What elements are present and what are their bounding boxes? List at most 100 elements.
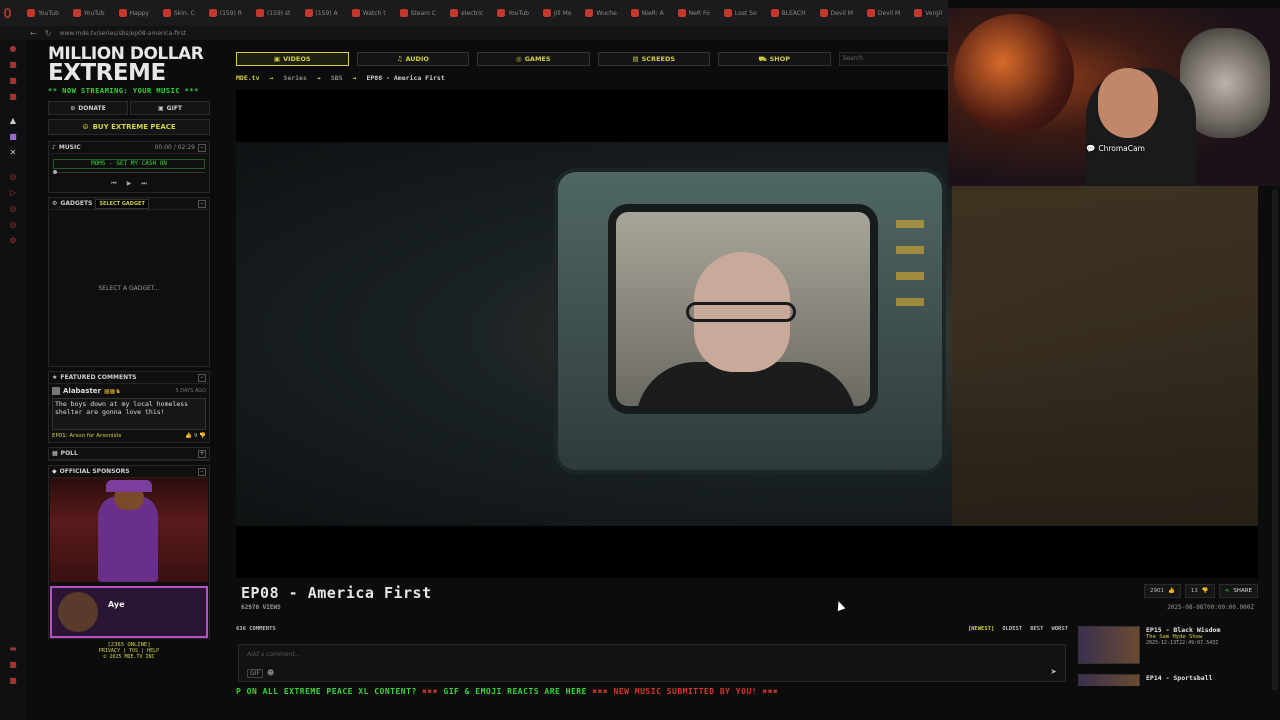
music-track-title: MOMS - GET MY CASH ON xyxy=(53,159,205,169)
background-wall xyxy=(952,142,1258,526)
sponsor-image-1[interactable] xyxy=(50,478,208,582)
browser-tab[interactable]: BLEACH xyxy=(765,3,812,23)
browser-tab[interactable]: Jill Mo xyxy=(537,3,578,23)
sponsor-image-2[interactable]: Aye xyxy=(50,586,208,638)
sidebar-icon-13[interactable]: ■ xyxy=(8,676,18,686)
sidebar-icon-10[interactable]: ◎ xyxy=(8,220,18,230)
like-button[interactable]: 2901 👍 xyxy=(1143,584,1181,598)
dislike-button[interactable]: 11 👎 xyxy=(1184,584,1215,598)
sidebar-icon-7[interactable]: ◎ xyxy=(8,172,18,182)
comment-input[interactable]: Add a comment... GIF ☻ ➤ xyxy=(238,644,1066,682)
sidebar-icon-4[interactable]: ■ xyxy=(8,92,18,102)
browser-tab[interactable]: Skin. C xyxy=(157,3,201,23)
related-video[interactable]: EP15 - Black Wisdom The Sam Hyde Show 20… xyxy=(1078,626,1268,666)
related-thumbnail[interactable] xyxy=(1078,674,1140,686)
share-button[interactable]: ⋖ SHARE xyxy=(1218,584,1258,598)
send-icon[interactable]: ➤ xyxy=(1050,667,1057,676)
play-icon[interactable]: ▶ xyxy=(127,180,132,188)
browser-tab[interactable]: Lost So xyxy=(718,3,763,23)
collapse-icon[interactable]: – xyxy=(198,373,206,382)
browser-tab[interactable]: Happy xyxy=(113,3,155,23)
tab-favicon-icon xyxy=(497,9,506,17)
reload-icon[interactable]: ↻ xyxy=(45,29,52,38)
video-icon: ▣ xyxy=(273,55,281,63)
sort-newest[interactable]: [NEWEST] xyxy=(968,626,995,636)
gadget-select[interactable]: SELECT GADGET xyxy=(95,198,149,209)
related-title[interactable]: EP14 - Sportsball xyxy=(1146,674,1213,682)
tab-favicon-icon xyxy=(866,9,875,17)
gift-button[interactable]: ▣ GIFT xyxy=(130,101,210,115)
back-icon[interactable]: ← xyxy=(30,29,37,38)
breadcrumb-series[interactable]: Series xyxy=(283,74,306,82)
sort-oldest[interactable]: OLDEST xyxy=(1002,626,1022,636)
nav-games[interactable]: ◎ GAMES xyxy=(477,52,590,66)
breadcrumb-home[interactable]: MDE.tv xyxy=(236,74,259,82)
sidebar-icon-6[interactable]: ■ xyxy=(8,132,18,142)
nav-audio[interactable]: ♫ AUDIO xyxy=(356,52,469,66)
browser-tab[interactable]: Watch t xyxy=(346,3,392,23)
comment-episode-link[interactable]: EP01: Arson for Arsonists xyxy=(52,433,121,439)
browser-tab[interactable]: NieR: A xyxy=(625,3,670,23)
collapse-icon[interactable]: – xyxy=(198,467,206,476)
settings-icon[interactable]: ⚙ xyxy=(8,236,18,246)
url-field[interactable]: www.mde.tv/series/sbs/ep08-america-first xyxy=(59,30,186,37)
breadcrumb-show[interactable]: SBS xyxy=(331,74,343,82)
sidebar-icon-12[interactable]: ■ xyxy=(8,660,18,670)
browser-tab[interactable]: Devil M xyxy=(814,3,859,23)
donate-icon: ⊙ xyxy=(70,104,76,112)
browser-tab[interactable]: (159) st xyxy=(250,3,297,23)
chat-bubble-icon: 💬 xyxy=(1086,144,1096,153)
thumbs-up-icon[interactable]: 👍 xyxy=(185,433,192,439)
related-thumbnail[interactable] xyxy=(1078,626,1140,664)
browser-tab[interactable]: YouTub xyxy=(21,3,65,23)
browser-tab[interactable]: electric xyxy=(444,3,489,23)
search-input[interactable]: Search xyxy=(838,52,949,66)
related-video[interactable]: EP14 - Sportsball xyxy=(1078,674,1268,686)
collapse-icon[interactable]: – xyxy=(198,143,206,152)
browser-tab[interactable]: (159) R xyxy=(203,3,248,23)
tab-favicon-icon xyxy=(27,9,36,17)
browser-tab[interactable]: Vergil xyxy=(908,3,948,23)
music-progress-bar[interactable] xyxy=(53,170,205,174)
sidebar-icon-5[interactable]: ▲ xyxy=(8,116,18,126)
sort-best[interactable]: BEST xyxy=(1030,626,1043,636)
tab-favicon-icon xyxy=(208,9,217,17)
gif-button[interactable]: GIF xyxy=(247,669,263,678)
nav-screeds[interactable]: ▤ SCREEDS xyxy=(597,52,710,66)
main-nav: ▣ VIDEOS ♫ AUDIO ◎ GAMES ▤ SCREEDS ⛟ SHO… xyxy=(236,52,949,66)
sidebar-icon-1[interactable]: ● xyxy=(8,44,18,54)
previous-icon[interactable]: ⏮ xyxy=(111,180,116,188)
next-icon[interactable]: ⏭ xyxy=(141,180,146,188)
sidebar-icon-8[interactable]: ▷ xyxy=(8,188,18,198)
thumbs-down-icon[interactable]: 👎 xyxy=(199,433,206,439)
emoji-icon[interactable]: ☻ xyxy=(267,669,274,677)
scrollbar[interactable] xyxy=(1272,190,1278,690)
sponsors-title: OFFICIAL SPONSORS xyxy=(59,468,130,475)
browser-tab[interactable]: Devil M xyxy=(861,3,906,23)
nav-shop[interactable]: ⛟ SHOP xyxy=(718,52,831,66)
browser-tab[interactable]: Steam C xyxy=(394,3,442,23)
sidebar-icon-11[interactable]: ▬ xyxy=(8,644,18,654)
sort-options: [NEWEST] OLDEST BEST WORST xyxy=(968,626,1068,636)
sort-worst[interactable]: WORST xyxy=(1051,626,1068,636)
comment-username[interactable]: Alabaster xyxy=(63,387,101,395)
browser-tab[interactable]: Wuche xyxy=(579,3,622,23)
browser-tab[interactable]: YouTub xyxy=(491,3,535,23)
logo-line-2[interactable]: EXTREME xyxy=(48,62,210,85)
browser-tab[interactable]: YouTub xyxy=(67,3,111,23)
x-icon[interactable]: ✕ xyxy=(8,148,18,158)
ticker-separator: ✖✖✖ xyxy=(762,687,779,696)
related-title[interactable]: EP15 - Black Wisdom xyxy=(1146,626,1220,634)
sidebar-icon-3[interactable]: ■ xyxy=(8,76,18,86)
sidebar-icon-2[interactable]: ■ xyxy=(8,60,18,70)
buy-extreme-peace-button[interactable]: ☮ BUY EXTREME PEACE xyxy=(48,119,210,135)
browser-tab[interactable]: NeR Fo xyxy=(672,3,716,23)
video-frame[interactable] xyxy=(236,142,1258,526)
donate-button[interactable]: ⊙ DONATE xyxy=(48,101,128,115)
browser-menu-icon[interactable] xyxy=(4,8,12,18)
sidebar-icon-9[interactable]: ◎ xyxy=(8,204,18,214)
nav-videos[interactable]: ▣ VIDEOS xyxy=(236,52,349,66)
browser-tab[interactable]: (159) A xyxy=(299,3,344,23)
collapse-icon[interactable]: – xyxy=(198,199,206,208)
expand-icon[interactable]: + xyxy=(198,449,206,458)
